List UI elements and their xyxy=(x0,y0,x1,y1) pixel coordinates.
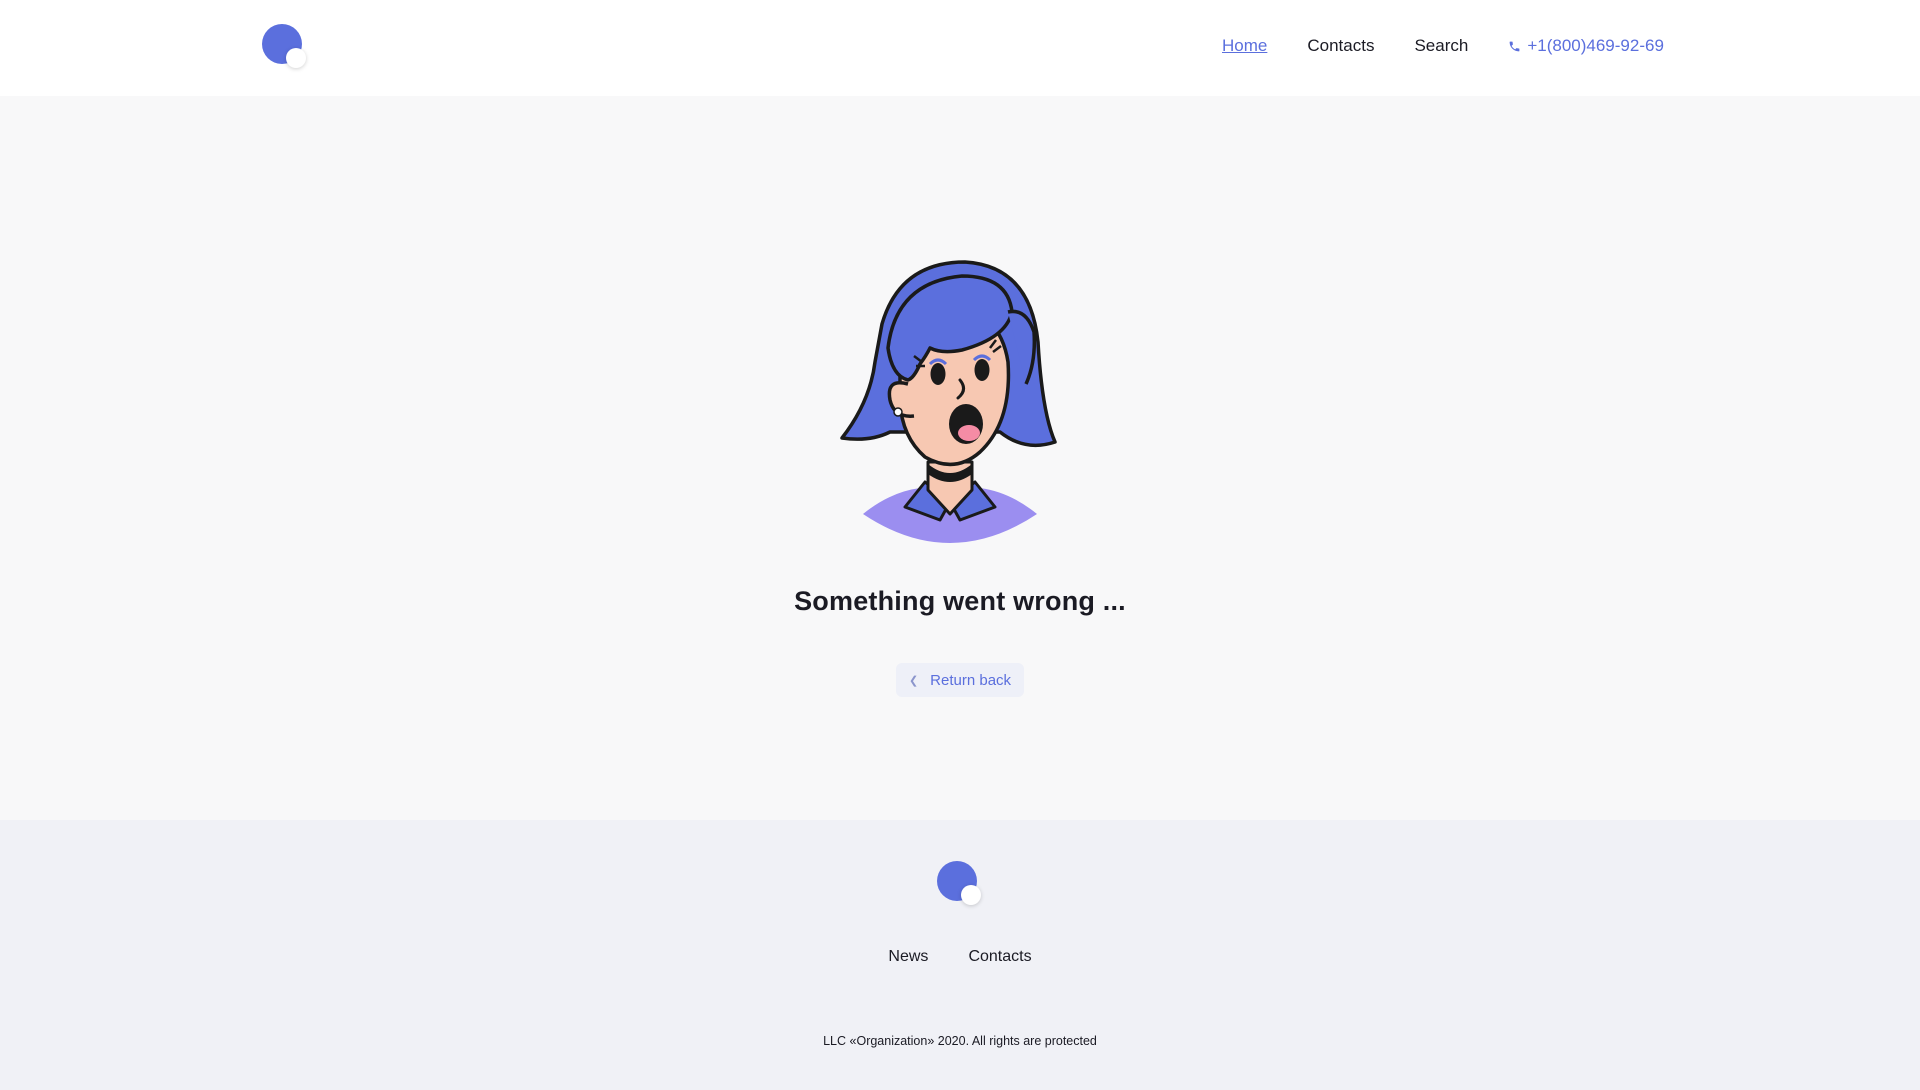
return-back-button[interactable]: ❮ Return back xyxy=(896,663,1024,697)
copyright-text: LLC «Organization» 2020. All rights are … xyxy=(823,1034,1097,1048)
logo-circle-small xyxy=(961,885,981,905)
footer-link-contacts[interactable]: Contacts xyxy=(968,948,1031,966)
error-section: Something went wrong ... ❮ Return back xyxy=(0,96,1920,820)
logo-circle-small xyxy=(286,48,306,68)
nav-link-search[interactable]: Search xyxy=(1414,36,1468,56)
chevron-left-icon: ❮ xyxy=(908,674,919,687)
phone-number: +1(800)469-92-69 xyxy=(1527,36,1664,55)
footer-logo-icon[interactable] xyxy=(937,861,981,905)
brand-logo-icon[interactable] xyxy=(262,24,306,68)
return-back-label: Return back xyxy=(930,671,1012,689)
error-title: Something went wrong ... xyxy=(794,586,1126,616)
surprised-girl-illustration xyxy=(840,260,1057,543)
phone-link[interactable]: +1(800)469-92-69 xyxy=(1508,36,1664,56)
nav-link-home[interactable]: Home xyxy=(1222,36,1267,56)
footer-link-news[interactable]: News xyxy=(888,948,928,966)
main-nav: Home Contacts Search +1(800)469-92-69 xyxy=(1222,36,1664,56)
nav-link-contacts[interactable]: Contacts xyxy=(1307,36,1374,56)
phone-icon xyxy=(1509,41,1520,51)
footer-nav: News Contacts xyxy=(0,948,1920,966)
site-footer: News Contacts LLC «Organization» 2020. A… xyxy=(0,820,1920,1090)
site-header: Home Contacts Search +1(800)469-92-69 xyxy=(0,0,1920,96)
